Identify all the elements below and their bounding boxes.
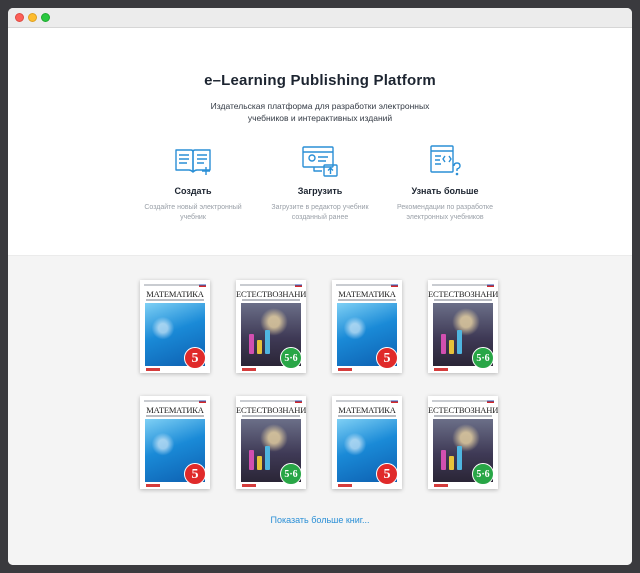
book-title: ЕСТЕСТВОЗНАНИЕ [428, 405, 498, 415]
grade-badge: 5 [376, 347, 398, 369]
page-title: e–Learning Publishing Platform [204, 72, 436, 89]
feature-upload[interactable]: Загрузить Загрузите в редактор учебник с… [255, 144, 385, 223]
vial-shape [457, 446, 462, 470]
feature-description: Создайте новый электронный учебник [128, 203, 258, 223]
book-subtitle-line [338, 415, 396, 417]
author-line [336, 284, 398, 286]
feature-description-line: созданный ранее [291, 214, 349, 221]
vial-shape [257, 340, 262, 354]
publisher-logo [338, 368, 352, 371]
feature-learn-more[interactable]: Узнать больше Рекомендации по разработке… [380, 144, 510, 223]
author-line [432, 284, 494, 286]
hero-section: e–Learning Publishing Platform Издательс… [8, 29, 632, 255]
subtitle-line: учебников и интерактивных изданий [247, 113, 393, 123]
book-card[interactable]: ЕСТЕСТВОЗНАНИЕ 5·6 [428, 396, 498, 489]
flag-icon [487, 399, 494, 403]
vial-shape [265, 446, 270, 470]
vial-shape [441, 334, 446, 354]
publisher-logo [146, 368, 160, 371]
grade-badge: 5 [184, 463, 206, 485]
feature-description-line: учебник [180, 214, 206, 221]
book-subtitle-line [434, 299, 492, 301]
book-subtitle-line [434, 415, 492, 417]
upload-monitor-icon [302, 146, 338, 177]
book-card[interactable]: МАТЕМАТИКА 5 [332, 396, 402, 489]
book-card[interactable]: МАТЕМАТИКА 5 [140, 280, 210, 373]
feature-create[interactable]: Создать Создайте новый электронный учебн… [128, 144, 258, 223]
vial-shape [265, 330, 270, 354]
vial-shape [457, 330, 462, 354]
book-card[interactable]: ЕСТЕСТВОЗНАНИЕ 5·6 [236, 396, 306, 489]
grade-badge: 5·6 [280, 463, 302, 485]
page-subtitle: Издательская платформа для разработки эл… [8, 100, 632, 124]
publisher-logo [242, 484, 256, 487]
publisher-logo [242, 368, 256, 371]
book-subtitle-line [338, 299, 396, 301]
feature-description: Загрузите в редактор учебник созданный р… [255, 203, 385, 223]
publisher-logo [146, 484, 160, 487]
flag-icon [295, 399, 302, 403]
feature-title: Загрузить [297, 186, 343, 196]
flag-icon [295, 283, 302, 287]
feature-title: Узнать больше [411, 186, 479, 196]
book-card[interactable]: МАТЕМАТИКА 5 [332, 280, 402, 373]
minimize-window-button[interactable] [28, 13, 37, 22]
title-bar [8, 8, 632, 28]
vial-shape [449, 456, 454, 470]
author-line [240, 400, 302, 402]
book-title: МАТЕМАТИКА [338, 289, 396, 299]
flag-icon [199, 399, 206, 403]
grade-badge: 5·6 [472, 463, 494, 485]
feature-description-line: Создайте новый электронный [144, 204, 242, 211]
publisher-logo [434, 484, 448, 487]
grade-badge: 5·6 [280, 347, 302, 369]
close-window-button[interactable] [15, 13, 24, 22]
author-line [144, 400, 206, 402]
vial-shape [257, 456, 262, 470]
book-title: МАТЕМАТИКА [338, 405, 396, 415]
open-book-icon [175, 149, 211, 175]
flag-icon [391, 399, 398, 403]
book-title: ЕСТЕСТВОЗНАНИЕ [236, 289, 306, 299]
show-more-books-link[interactable]: Показать больше книг... [8, 515, 632, 525]
book-card[interactable]: ЕСТЕСТВОЗНАНИЕ 5·6 [428, 280, 498, 373]
feature-description: Рекомендации по разработке электронных у… [380, 203, 510, 223]
code-help-icon [430, 145, 461, 176]
flag-icon [391, 283, 398, 287]
feature-title: Создать [174, 186, 212, 196]
vial-shape [249, 334, 254, 354]
grade-badge: 5 [376, 463, 398, 485]
vial-shape [449, 340, 454, 354]
author-line [432, 400, 494, 402]
app-window: e–Learning Publishing Platform Издательс… [8, 8, 632, 565]
book-subtitle-line [242, 415, 300, 417]
feature-description-line: Рекомендации по разработке [397, 204, 493, 211]
grade-badge: 5·6 [472, 347, 494, 369]
flag-icon [487, 283, 494, 287]
publisher-logo [434, 368, 448, 371]
book-card[interactable]: МАТЕМАТИКА 5 [140, 396, 210, 489]
feature-description-line: электронных учебников [406, 214, 484, 221]
book-title: МАТЕМАТИКА [146, 289, 204, 299]
book-title: ЕСТЕСТВОЗНАНИЕ [236, 405, 306, 415]
book-subtitle-line [146, 415, 204, 417]
vial-shape [249, 450, 254, 470]
flag-icon [199, 283, 206, 287]
author-line [144, 284, 206, 286]
book-title: МАТЕМАТИКА [146, 405, 204, 415]
author-line [240, 284, 302, 286]
maximize-window-button[interactable] [41, 13, 50, 22]
book-subtitle-line [146, 299, 204, 301]
author-line [336, 400, 398, 402]
feature-description-line: Загрузите в редактор учебник [271, 204, 369, 211]
publisher-logo [338, 484, 352, 487]
vial-shape [441, 450, 446, 470]
subtitle-line: Издательская платформа для разработки эл… [210, 101, 430, 111]
book-subtitle-line [242, 299, 300, 301]
book-title: ЕСТЕСТВОЗНАНИЕ [428, 289, 498, 299]
book-card[interactable]: ЕСТЕСТВОЗНАНИЕ 5·6 [236, 280, 306, 373]
grade-badge: 5 [184, 347, 206, 369]
